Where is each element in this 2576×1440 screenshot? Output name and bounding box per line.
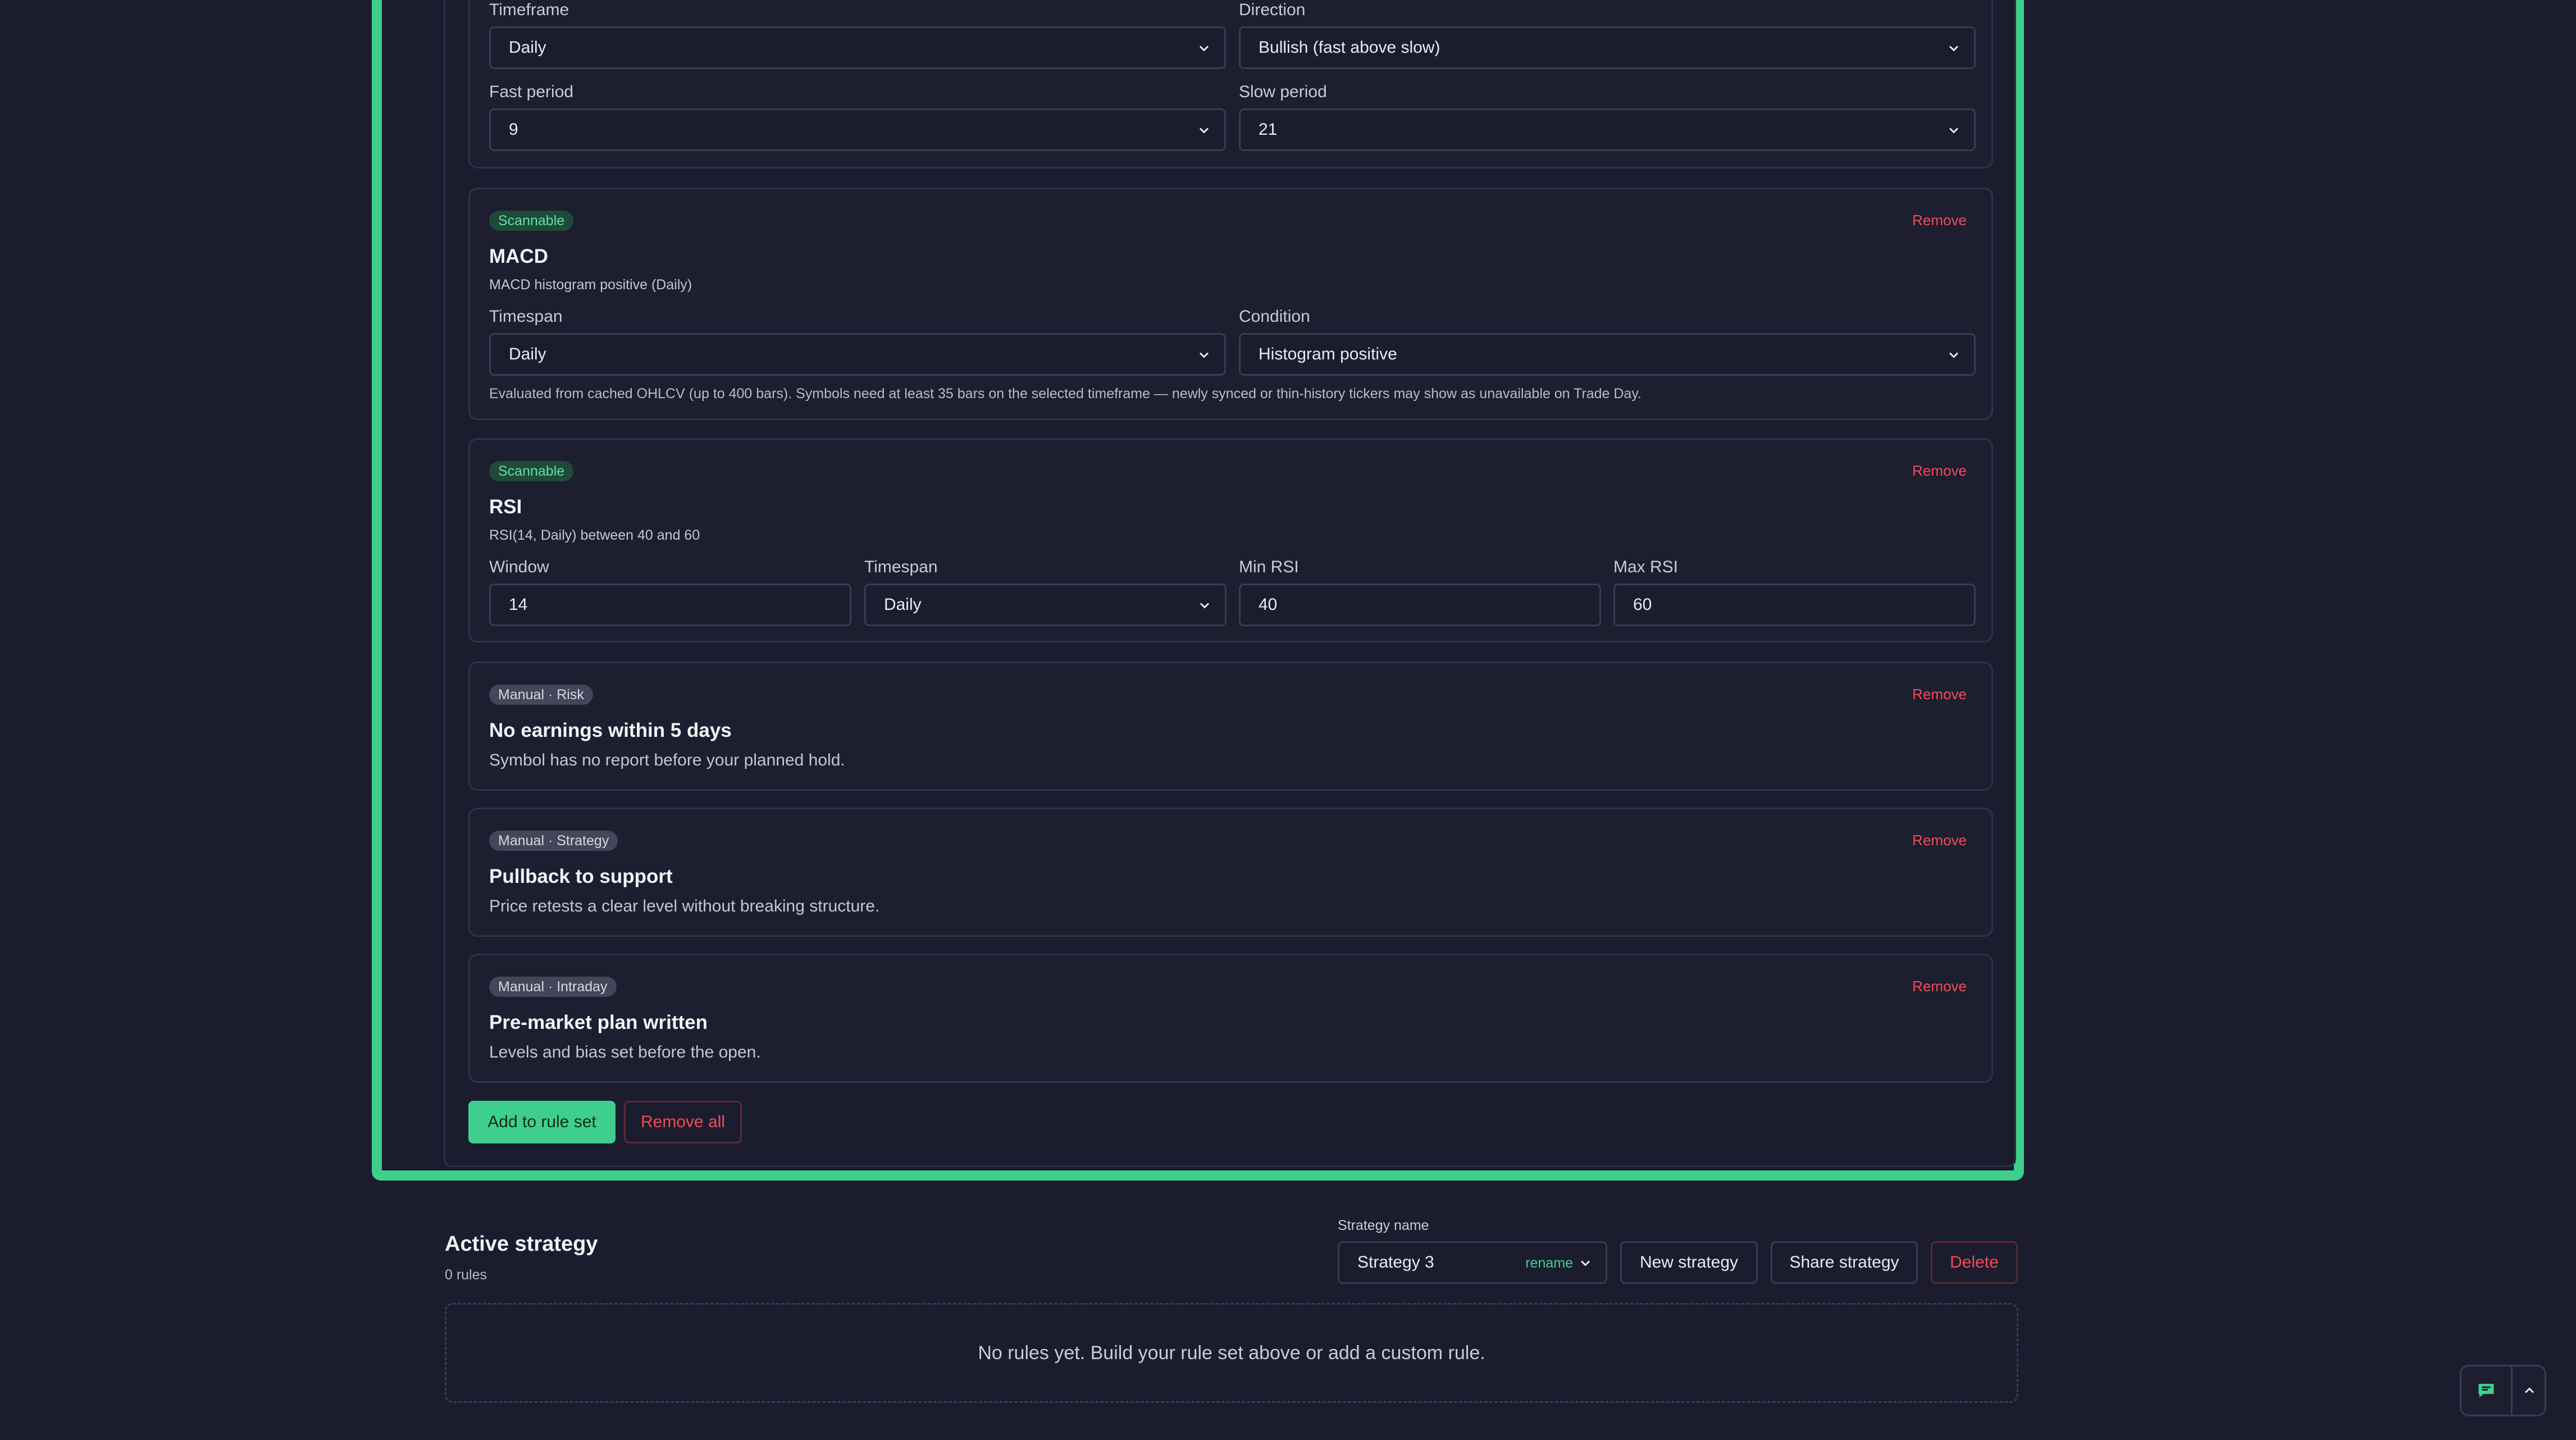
remove-all-button[interactable]: Remove all <box>624 1101 742 1143</box>
slow-period-label: Slow period <box>1239 83 1327 101</box>
remove-button[interactable]: Remove <box>1912 462 1967 480</box>
ma-cross-card: Timeframe Daily Direction Bullish (fast … <box>468 0 1993 168</box>
card-title: No earnings within 5 days <box>489 719 732 741</box>
max-rsi-value: 60 <box>1633 595 1652 614</box>
remove-button[interactable]: Remove <box>1912 686 1967 703</box>
rename-link[interactable]: rename <box>1525 1255 1573 1272</box>
window-input[interactable]: 14 <box>489 584 851 626</box>
fast-period-label: Fast period <box>489 83 574 101</box>
timeframe-select[interactable]: Daily <box>489 26 1226 69</box>
slow-period-value: 21 <box>1259 120 1278 139</box>
timespan-label: Timespan <box>489 307 563 326</box>
chevron-down-icon <box>1949 352 1959 358</box>
manual-badge: Manual · Risk <box>489 685 593 705</box>
new-strategy-button[interactable]: New strategy <box>1620 1241 1758 1284</box>
fast-period-select[interactable]: 9 <box>489 108 1226 151</box>
strategy-name-select[interactable]: Strategy 3 rename <box>1338 1241 1607 1284</box>
remove-button[interactable]: Remove <box>1912 978 1967 995</box>
card-title: MACD <box>489 245 548 267</box>
window-value: 14 <box>509 595 528 614</box>
window-label: Window <box>489 558 549 576</box>
min-rsi-value: 40 <box>1259 595 1278 614</box>
card-subtitle: RSI(14, Daily) between 40 and 60 <box>489 527 700 543</box>
strategy-name-label: Strategy name <box>1338 1218 1429 1233</box>
direction-label: Direction <box>1239 1 1306 19</box>
card-description: Price retests a clear level without brea… <box>489 897 880 915</box>
delete-strategy-button[interactable]: Delete <box>1931 1241 2018 1284</box>
manual-badge: Manual · Strategy <box>489 831 618 851</box>
min-rsi-input[interactable]: 40 <box>1239 584 1601 626</box>
chevron-down-icon <box>1199 127 1209 134</box>
empty-state-text: No rules yet. Build your rule set above … <box>978 1342 1485 1364</box>
chevron-up-icon[interactable] <box>2513 1366 2546 1415</box>
rule-count: 0 rules <box>445 1267 487 1283</box>
card-description: Symbol has no report before your planned… <box>489 751 845 769</box>
manual-rule-card: Manual · Risk Remove No earnings within … <box>468 662 1993 791</box>
active-strategy-title: Active strategy <box>445 1232 598 1256</box>
chevron-down-icon <box>1580 1260 1590 1266</box>
condition-select[interactable]: Histogram positive <box>1239 333 1976 376</box>
direction-select[interactable]: Bullish (fast above slow) <box>1239 26 1976 69</box>
share-strategy-button[interactable]: Share strategy <box>1771 1241 1918 1284</box>
rsi-card: Scannable Remove RSI RSI(14, Daily) betw… <box>468 438 1993 642</box>
floating-widget <box>2460 1365 2546 1416</box>
max-rsi-label: Max RSI <box>1613 558 1679 576</box>
card-title: Pullback to support <box>489 865 673 887</box>
remove-button[interactable]: Remove <box>1912 832 1967 849</box>
manual-rule-card: Manual · Strategy Remove Pullback to sup… <box>468 808 1993 937</box>
chevron-down-icon <box>1200 603 1210 609</box>
timespan-select[interactable]: Daily <box>864 584 1227 626</box>
fast-period-value: 9 <box>509 120 518 139</box>
chevron-down-icon <box>1199 352 1209 358</box>
timeframe-value: Daily <box>509 38 546 57</box>
card-title: Pre-market plan written <box>489 1011 708 1033</box>
card-subtitle: MACD histogram positive (Daily) <box>489 277 692 293</box>
strategy-name-value: Strategy 3 <box>1357 1253 1434 1272</box>
condition-value: Histogram positive <box>1259 345 1397 363</box>
chevron-down-icon <box>1199 45 1209 52</box>
remove-button[interactable]: Remove <box>1912 212 1967 229</box>
chevron-down-icon <box>1949 45 1959 52</box>
condition-label: Condition <box>1239 307 1310 326</box>
chevron-down-icon <box>1949 127 1959 134</box>
macd-card: Scannable Remove MACD MACD histogram pos… <box>468 188 1993 420</box>
chat-icon[interactable] <box>2461 1366 2513 1415</box>
card-title: RSI <box>489 496 522 518</box>
add-to-rule-set-button[interactable]: Add to rule set <box>468 1101 615 1143</box>
scannable-badge: Scannable <box>489 461 574 481</box>
manual-rule-card: Manual · Intraday Remove Pre-market plan… <box>468 954 1993 1083</box>
scannable-badge: Scannable <box>489 211 574 231</box>
direction-value: Bullish (fast above slow) <box>1259 38 1440 57</box>
card-description: Levels and bias set before the open. <box>489 1043 761 1061</box>
timeframe-label: Timeframe <box>489 1 569 19</box>
data-note: Evaluated from cached OHLCV (up to 400 b… <box>489 386 1642 402</box>
max-rsi-input[interactable]: 60 <box>1613 584 1976 626</box>
timespan-value: Daily <box>884 595 922 614</box>
timespan-select[interactable]: Daily <box>489 333 1226 376</box>
manual-badge: Manual · Intraday <box>489 977 617 997</box>
slow-period-select[interactable]: 21 <box>1239 108 1976 151</box>
timespan-value: Daily <box>509 345 546 363</box>
timespan-label: Timespan <box>864 558 938 576</box>
empty-rules-box: No rules yet. Build your rule set above … <box>445 1303 2018 1403</box>
min-rsi-label: Min RSI <box>1239 558 1299 576</box>
